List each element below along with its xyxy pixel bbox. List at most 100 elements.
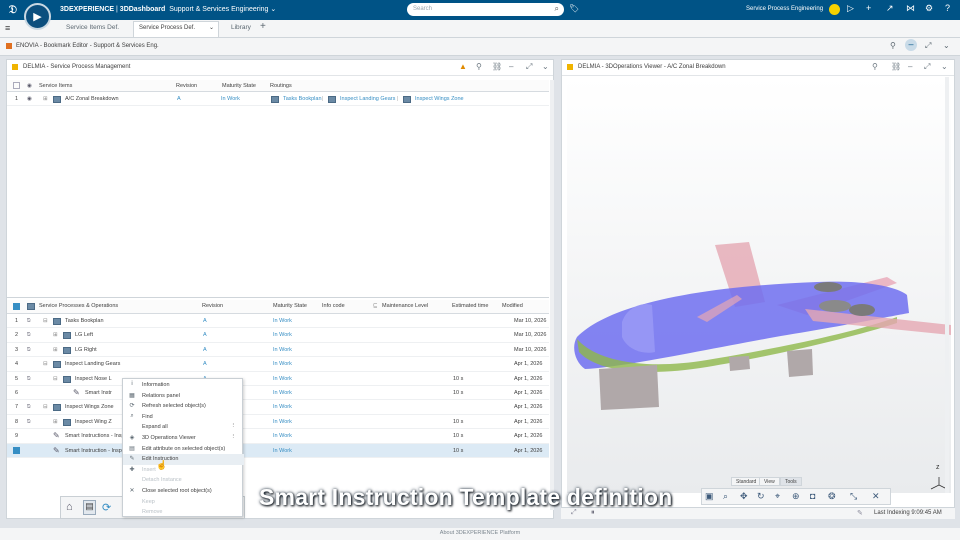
help-icon[interactable]: ? xyxy=(945,3,950,13)
expand-icon[interactable]: ⊟ xyxy=(53,376,58,382)
network-icon[interactable]: ⋈ xyxy=(906,3,915,14)
menu-item-expand-all[interactable]: Expand all ⋮ xyxy=(123,422,244,433)
col-estimated-time[interactable]: Estimated time xyxy=(452,303,488,309)
menu-item-3d-operations-viewer[interactable]: ◈ 3D Operations Viewer ⋮ xyxy=(123,433,244,444)
expand-icon[interactable]: ⊞ xyxy=(53,332,58,338)
expand-icon[interactable]: ⊟ xyxy=(43,404,48,410)
table-row[interactable]: 2 ⍉ ⊞ LG Left A In Work Mar 10, 2026 xyxy=(7,328,549,343)
col-process[interactable]: Service Processes & Operations xyxy=(39,303,118,309)
app-title[interactable]: 3DEXPERIENCE | 3DDashboard Support & Ser… xyxy=(60,5,276,13)
table-row[interactable]: 5⍉⊟Inspect Nose LAIn Work10 sApr 1, 2026 xyxy=(7,372,549,386)
select-all-checkbox[interactable] xyxy=(13,82,20,89)
search-icon[interactable]: ⌕ xyxy=(555,4,559,14)
routing-link[interactable]: Tasks Bookplan xyxy=(283,96,322,102)
document-icon[interactable]: ▣ xyxy=(705,491,714,502)
expand-icon[interactable]: ⊟ xyxy=(43,318,48,324)
document-icon[interactable]: ▤ xyxy=(83,500,96,515)
user-icon[interactable]: ⚲ xyxy=(476,62,482,71)
menu-item-refresh-selected-object-s[interactable]: ⟳ Refresh selected object(s) xyxy=(123,401,244,412)
minimize-icon[interactable]: – xyxy=(509,62,513,71)
footer-link[interactable]: About 3DEXPERIENCE Platform xyxy=(0,528,960,540)
tab-view[interactable]: View xyxy=(759,477,780,486)
eye-icon[interactable]: ◉ xyxy=(27,83,32,89)
pan-icon[interactable]: ✥ xyxy=(740,491,748,502)
refresh-icon[interactable]: ⟳ xyxy=(102,501,111,514)
expand-icon[interactable]: ⊞ xyxy=(53,347,58,353)
tab-tools[interactable]: Tools xyxy=(780,477,802,486)
table-row[interactable]: 9 ✎ Smart Instructions - Insp In Work 10 s Ap… xyxy=(7,429,549,444)
expand-icon[interactable]: ⊟ xyxy=(43,361,48,367)
expand-icon[interactable]: ⊞ xyxy=(43,96,48,102)
tab-service-process-def[interactable]: Service Process Def. ⌄ xyxy=(133,21,219,37)
eye-icon[interactable]: ◉ xyxy=(27,96,32,102)
user-name[interactable]: Service Process Engineering xyxy=(746,6,823,12)
tab-service-items-def[interactable]: Service Items Def. xyxy=(66,24,119,31)
user-settings-icon[interactable]: ⚲ xyxy=(890,41,896,50)
home-icon[interactable]: ⌂ xyxy=(66,501,73,513)
search-input[interactable]: Search ⌕ xyxy=(407,3,564,16)
table-row[interactable]: 8 ⍉ ⊞ Inspect Wing Z In Work 10 s Apr 1, 2026 xyxy=(7,415,549,430)
table-row[interactable]: ✎ Smart Instruction - Insp In Work 10 s Apr … xyxy=(7,443,549,458)
render-icon[interactable]: ❂ xyxy=(828,491,836,502)
share-icon[interactable]: ▷ xyxy=(847,3,854,14)
link-icon[interactable]: ⛓ xyxy=(891,62,901,71)
menu-item-edit-instruction[interactable]: ✎ Edit Instruction xyxy=(123,454,244,465)
maximize-icon[interactable]: ⤢ xyxy=(924,62,930,72)
expand-icon[interactable]: ⊞ xyxy=(53,419,58,425)
col-revision[interactable]: Revision xyxy=(176,83,197,89)
snapshot-icon[interactable]: ◘ xyxy=(810,491,815,501)
3d-viewport[interactable]: z xyxy=(567,77,951,493)
link-icon[interactable]: ⛓ xyxy=(492,62,502,71)
chevron-down-icon[interactable]: ⌄ xyxy=(209,24,214,31)
menu-item-edit-attribute-on-selected-object-s[interactable]: ▤ Edit attribute on selected object(s) xyxy=(123,444,244,455)
routing-link[interactable]: Inspect Landing Gears xyxy=(340,96,395,102)
avatar[interactable] xyxy=(829,4,840,15)
table-row[interactable]: 7 ⍉ ⊟ Inspect Wings Zone In Work Apr 1, 2026 xyxy=(7,400,549,415)
row-checkbox[interactable] xyxy=(13,446,20,454)
menu-item-relations-panel[interactable]: ▦ Relations panel xyxy=(123,391,244,402)
compass-axis-icon[interactable]: ⤡ xyxy=(850,491,857,502)
col-info-code[interactable]: Info code xyxy=(322,303,345,309)
scrollbar[interactable] xyxy=(550,80,554,510)
rotate-icon[interactable]: ↻ xyxy=(757,491,765,502)
tag-icon[interactable]: 🏷 xyxy=(569,4,579,13)
warning-icon[interactable]: ▲ xyxy=(459,62,467,71)
menu-item-close-selected-root-object-s[interactable]: ✕ Close selected root object(s) xyxy=(123,486,244,497)
menu-item-find[interactable]: ⌕ Find xyxy=(123,412,244,423)
add-icon[interactable]: + xyxy=(866,3,871,13)
col-maturity[interactable]: Maturity State xyxy=(273,303,307,309)
chevron-down-icon[interactable]: ⌄ xyxy=(542,62,549,71)
apps-icon[interactable]: ⚙ xyxy=(925,3,933,14)
menu-item-information[interactable]: i Information xyxy=(123,380,244,391)
table-row[interactable]: 1 ◉ ⊞ A/C Zonal Breakdown A In Work Task… xyxy=(7,92,549,107)
add-tab-icon[interactable]: + xyxy=(260,21,266,32)
aircraft-model[interactable]: z xyxy=(567,77,951,493)
col-maturity[interactable]: Maturity State xyxy=(222,83,256,89)
table-row[interactable]: 4 ⊟ Inspect Landing Gears A In Work Apr 1, 20… xyxy=(7,357,549,372)
col-routings[interactable]: Routings xyxy=(270,83,292,89)
user-icon[interactable]: ⚲ xyxy=(872,62,878,71)
table-row[interactable]: 3 ⍉ ⊞ LG Right A In Work Mar 10, 2026 xyxy=(7,343,549,358)
measure-icon[interactable]: ⌖ xyxy=(775,491,780,502)
select-all-checkbox[interactable] xyxy=(13,303,20,310)
ds-logo-icon[interactable]: 𝔇 xyxy=(0,0,26,20)
table-row[interactable]: 6 ✎ Smart Instr In Work 10 s Apr 1, 2026 xyxy=(7,386,549,401)
section-icon[interactable]: ⊕ xyxy=(792,491,800,502)
maximize-icon[interactable]: ⤢ xyxy=(526,62,532,72)
chevron-down-icon[interactable]: ⌄ xyxy=(943,41,950,50)
tab-standard[interactable]: Standard xyxy=(731,477,762,486)
maximize-icon[interactable]: ⤢ xyxy=(925,41,931,51)
col-service-items[interactable]: Service Items xyxy=(39,83,72,89)
close-icon[interactable]: ✕ xyxy=(872,491,880,502)
tab-library[interactable]: Library xyxy=(231,24,251,31)
forward-icon[interactable]: ↗ xyxy=(886,3,894,14)
menu-icon[interactable]: ≡ xyxy=(5,23,10,33)
chevron-down-icon[interactable]: ⌄ xyxy=(941,62,948,71)
col-modified[interactable]: Modified xyxy=(502,303,523,309)
scrollbar[interactable] xyxy=(945,77,949,493)
zoom-icon[interactable]: ⌕ xyxy=(723,491,728,502)
minimize-icon[interactable]: – xyxy=(905,39,917,51)
col-revision[interactable]: Revision xyxy=(202,303,223,309)
table-row[interactable]: 1 ⍉ ⊟ Tasks Bookplan A In Work Mar 10, 2026 xyxy=(7,314,549,329)
minimize-icon[interactable]: – xyxy=(908,62,912,71)
